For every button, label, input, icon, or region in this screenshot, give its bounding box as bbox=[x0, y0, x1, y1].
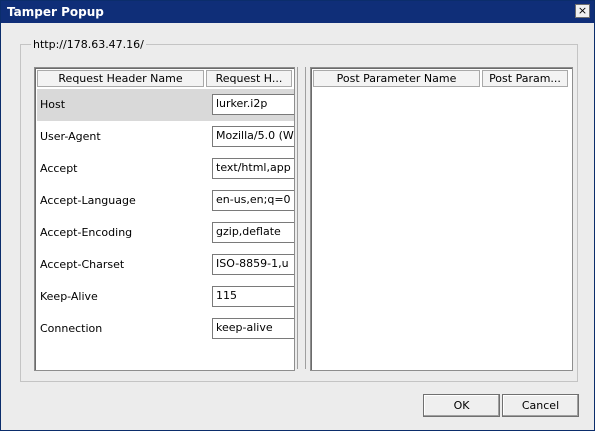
header-name: Connection bbox=[40, 322, 103, 335]
header-name: Accept-Encoding bbox=[40, 226, 133, 239]
table-row[interactable]: Accept-Language en-us,en;q=0 bbox=[37, 185, 294, 217]
column-header-request-header-value[interactable]: Request H... bbox=[206, 70, 292, 87]
header-value-field[interactable]: lurker.i2p bbox=[212, 94, 294, 115]
ok-button[interactable]: OK bbox=[423, 394, 500, 417]
header-value-field[interactable]: 115 bbox=[212, 286, 294, 307]
panel-splitter[interactable] bbox=[297, 67, 306, 369]
url-legend: http://178.63.47.16/ bbox=[33, 38, 144, 51]
header-value-field[interactable]: keep-alive bbox=[212, 318, 294, 339]
header-name: Accept-Language bbox=[40, 194, 136, 207]
header-value-field[interactable]: text/html,app bbox=[212, 158, 294, 179]
header-value-field[interactable]: Mozilla/5.0 (W bbox=[212, 126, 294, 147]
window-title: Tamper Popup bbox=[7, 5, 104, 19]
column-header-post-parameter-value[interactable]: Post Param... bbox=[482, 70, 568, 87]
table-row[interactable]: Accept-Encoding gzip,deflate bbox=[37, 217, 294, 249]
header-value-field[interactable]: ISO-8859-1,u bbox=[212, 254, 294, 275]
header-name: User-Agent bbox=[40, 130, 101, 143]
table-row[interactable]: Host lurker.i2p bbox=[37, 89, 294, 121]
header-name: Host bbox=[40, 98, 66, 111]
close-icon: × bbox=[577, 4, 588, 17]
table-row[interactable]: User-Agent Mozilla/5.0 (W bbox=[37, 121, 294, 153]
close-button[interactable]: × bbox=[575, 4, 590, 18]
table-row[interactable]: Connection keep-alive bbox=[37, 313, 294, 345]
post-parameters-table: Post Parameter Name Post Param... bbox=[310, 67, 573, 371]
request-headers-table: Request Header Name Request H... Host lu… bbox=[34, 67, 295, 371]
header-value-field[interactable]: en-us,en;q=0 bbox=[212, 190, 294, 211]
table-row[interactable]: Accept text/html,app bbox=[37, 153, 294, 185]
header-name: Accept-Charset bbox=[40, 258, 125, 271]
column-header-post-parameter-name[interactable]: Post Parameter Name bbox=[313, 70, 480, 87]
cancel-button[interactable]: Cancel bbox=[502, 394, 579, 417]
column-header-request-header-name[interactable]: Request Header Name bbox=[37, 70, 204, 87]
header-name: Accept bbox=[40, 162, 78, 175]
table-row[interactable]: Accept-Charset ISO-8859-1,u bbox=[37, 249, 294, 281]
header-value-field[interactable]: gzip,deflate bbox=[212, 222, 294, 243]
table-row[interactable]: Keep-Alive 115 bbox=[37, 281, 294, 313]
header-name: Keep-Alive bbox=[40, 290, 98, 303]
title-bar[interactable]: Tamper Popup × bbox=[1, 1, 594, 23]
